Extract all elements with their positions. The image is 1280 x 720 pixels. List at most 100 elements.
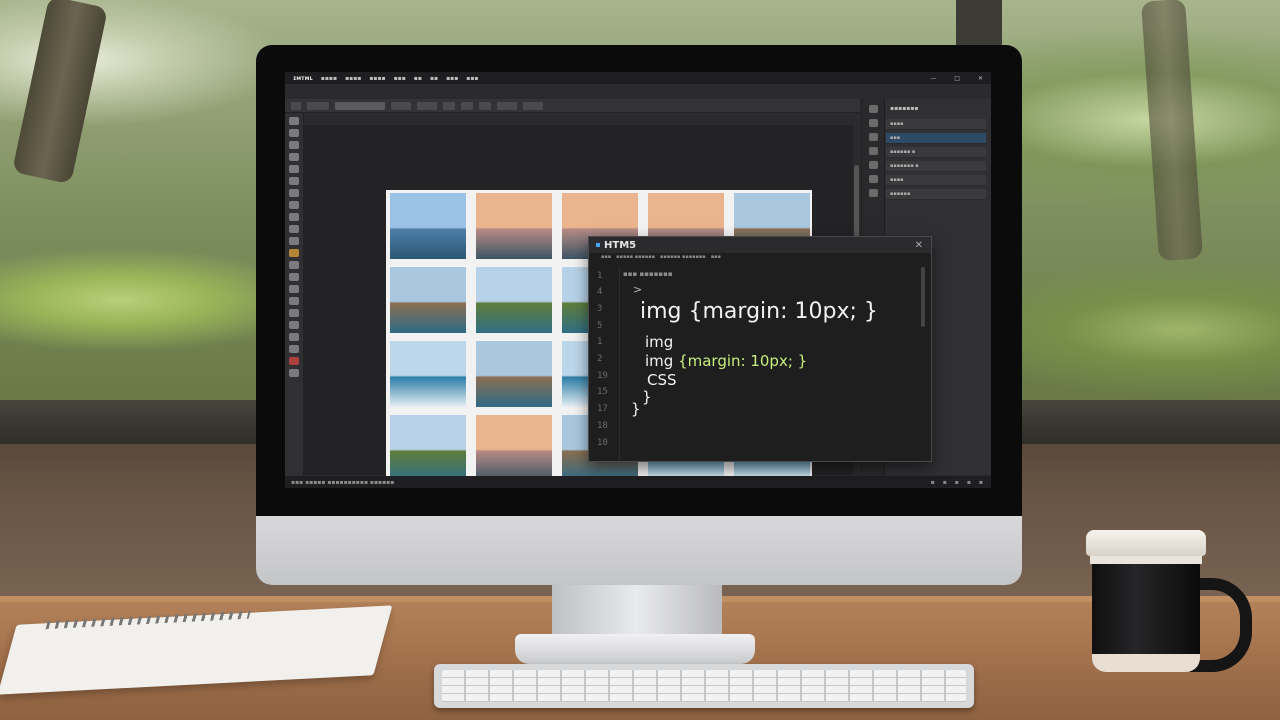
gallery-thumbnail-waves-rocks[interactable] — [390, 341, 466, 407]
history-tool-icon[interactable] — [289, 225, 299, 233]
adjust-icon[interactable]: ▪ — [967, 479, 971, 486]
option-field[interactable] — [291, 101, 301, 110]
panel-row[interactable]: ▪▪▪▪ — [886, 119, 986, 130]
keyboard-rows — [442, 670, 966, 702]
gallery-thumbnail-cliff-trees[interactable] — [390, 415, 466, 481]
panel-row[interactable]: ▪▪▪▪▪▪▪ ▪ — [886, 161, 986, 172]
editor-tab[interactable]: ▪▪▪▪▪ ▪▪▪▪▪▪ — [616, 254, 655, 263]
option-field[interactable] — [391, 101, 411, 110]
option-field[interactable] — [497, 101, 517, 110]
editor-tab[interactable]: ▪▪▪ — [601, 254, 611, 263]
type-tool-icon[interactable] — [289, 297, 299, 305]
gallery-thumbnail-rock-spire[interactable] — [476, 341, 552, 407]
option-field[interactable] — [461, 101, 473, 110]
menu-item-edit[interactable]: ▪▪▪▪ — [345, 75, 361, 82]
options-bar — [285, 99, 860, 113]
lasso-tool-icon[interactable] — [289, 141, 299, 149]
path-tool-icon[interactable] — [289, 309, 299, 317]
gallery-thumbnail-rocky-island[interactable] — [390, 267, 466, 333]
row-label: ▪▪▪▪▪▪ ▪ — [890, 149, 916, 155]
option-field[interactable] — [335, 101, 385, 110]
fx-icon[interactable]: ▪ — [943, 479, 947, 486]
mask-icon[interactable]: ▪ — [955, 479, 959, 486]
move-tool-icon[interactable] — [289, 117, 299, 125]
panel-row[interactable]: ▪▪▪▪ — [886, 175, 986, 186]
swatches-icon[interactable] — [868, 147, 878, 155]
history-icon[interactable] — [868, 105, 878, 113]
editor-scrollbar[interactable] — [921, 267, 925, 327]
keyboard[interactable] — [434, 664, 974, 708]
desk-scene: ɪᴍᴛᴍʟ ▪▪▪▪ ▪▪▪▪ ▪▪▪▪ ▪▪▪ ▪▪ ▪▪ ▪▪▪ ▪▪▪ —… — [0, 0, 1280, 720]
option-field[interactable] — [443, 101, 455, 110]
editor-close-icon[interactable]: ✕ — [915, 240, 923, 251]
code-line-brace[interactable]: } — [642, 388, 652, 406]
minimize-icon[interactable]: — — [930, 75, 936, 82]
code-editor-window[interactable]: HTM5 ✕ ▪▪▪ ▪▪▪▪▪ ▪▪▪▪▪▪ ▪▪▪▪▪▪ ▪▪▪▪▪▪▪ ▪… — [588, 236, 932, 462]
crop-tool-icon[interactable] — [289, 165, 299, 173]
gallery-thumbnail-islet-dusk[interactable] — [476, 415, 552, 481]
close-icon[interactable]: ✕ — [978, 75, 983, 82]
panel-row[interactable]: ▪▪▪▪▪▪ — [886, 189, 986, 200]
gradient-tool-icon[interactable] — [289, 249, 299, 257]
option-field[interactable] — [523, 101, 543, 110]
line-number: 5 — [597, 321, 603, 331]
mask-tool-icon[interactable] — [289, 369, 299, 377]
eyedropper-tool-icon[interactable] — [289, 177, 299, 185]
code-line-main-rule[interactable]: img {margin: 10px; } — [640, 299, 878, 324]
brush-settings-icon[interactable] — [868, 119, 878, 127]
adjustments-icon[interactable] — [868, 161, 878, 169]
mug-sleeve — [1092, 654, 1200, 672]
hand-tool-icon[interactable] — [289, 333, 299, 341]
menu-item-filter[interactable]: ▪▪▪ — [446, 75, 458, 82]
editor-tab[interactable]: ▪▪▪ — [711, 254, 721, 263]
marquee-tool-icon[interactable] — [289, 129, 299, 137]
trash-icon[interactable]: ▪ — [979, 479, 983, 486]
stamp-tool-icon[interactable] — [289, 213, 299, 221]
option-field[interactable] — [307, 101, 329, 110]
code-line-selector[interactable]: img — [645, 333, 673, 351]
menu-item-select[interactable]: ▪▪ — [430, 75, 438, 82]
editor-titlebar[interactable]: HTM5 ✕ — [589, 237, 931, 253]
option-field[interactable] — [479, 101, 491, 110]
menu-item-file[interactable]: ▪▪▪▪ — [321, 75, 337, 82]
gallery-thumbnail-pier-sunset[interactable] — [476, 193, 552, 259]
blur-tool-icon[interactable] — [289, 261, 299, 269]
code-line-css[interactable]: CSS — [647, 371, 677, 389]
eraser-tool-icon[interactable] — [289, 237, 299, 245]
code-line-header[interactable]: ▪▪▪ ▪▪▪▪▪▪▪ — [623, 270, 673, 278]
maximize-icon[interactable]: □ — [954, 75, 960, 82]
shape-tool-icon[interactable] — [289, 321, 299, 329]
row-label: ▪▪▪▪▪▪▪ ▪ — [890, 163, 919, 169]
menu-item-layer[interactable]: ▪▪▪ — [394, 75, 406, 82]
paths-icon[interactable] — [868, 189, 878, 197]
status-bar: ▪▪▪ ▪▪▪▪▪ ▪▪▪▪▪▪▪▪▪▪ ▪▪▪▪▪▪ ▪ ▪ ▪ ▪ ▪ — [285, 476, 991, 488]
panel-row-selected[interactable]: ▪▪▪ — [886, 133, 986, 144]
gallery-thumbnail-coast-sky[interactable] — [390, 193, 466, 259]
gallery-thumbnail-lake-island[interactable] — [476, 267, 552, 333]
code-line-rule[interactable]: img {margin: 10px; } — [645, 352, 807, 370]
row-label: ▪▪▪ — [890, 135, 901, 141]
properties-icon[interactable] — [868, 133, 878, 141]
editor-tabs: ▪▪▪ ▪▪▪▪▪ ▪▪▪▪▪▪ ▪▪▪▪▪▪ ▪▪▪▪▪▪▪ ▪▪▪ — [601, 254, 721, 263]
brush-tool-icon[interactable] — [289, 201, 299, 209]
menu-item-type[interactable]: ▪▪ — [414, 75, 422, 82]
code-line-brace[interactable]: } — [631, 400, 641, 418]
editor-tab[interactable]: ▪▪▪▪▪▪ ▪▪▪▪▪▪▪ — [660, 254, 706, 263]
foreground-color-icon[interactable] — [289, 357, 299, 365]
menu-item-image[interactable]: ▪▪▪▪ — [369, 75, 385, 82]
channels-icon[interactable] — [868, 175, 878, 183]
line-number: 19 — [597, 371, 608, 381]
code-caret[interactable]: > — [633, 283, 642, 296]
dodge-tool-icon[interactable] — [289, 273, 299, 281]
menu-bar: ɪᴍᴛᴍʟ ▪▪▪▪ ▪▪▪▪ ▪▪▪▪ ▪▪▪ ▪▪ ▪▪ ▪▪▪ ▪▪▪ —… — [285, 72, 991, 84]
heal-tool-icon[interactable] — [289, 189, 299, 197]
wand-tool-icon[interactable] — [289, 153, 299, 161]
option-field[interactable] — [417, 101, 437, 110]
pen-tool-icon[interactable] — [289, 285, 299, 293]
editor-title: HTM5 — [604, 239, 637, 251]
row-label: ▪▪▪▪ — [890, 177, 904, 183]
panel-row[interactable]: ▪▪▪▪▪▪ ▪ — [886, 147, 986, 158]
menu-item-view[interactable]: ▪▪▪ — [466, 75, 478, 82]
layer-icon[interactable]: ▪ — [931, 479, 935, 486]
zoom-tool-icon[interactable] — [289, 345, 299, 353]
